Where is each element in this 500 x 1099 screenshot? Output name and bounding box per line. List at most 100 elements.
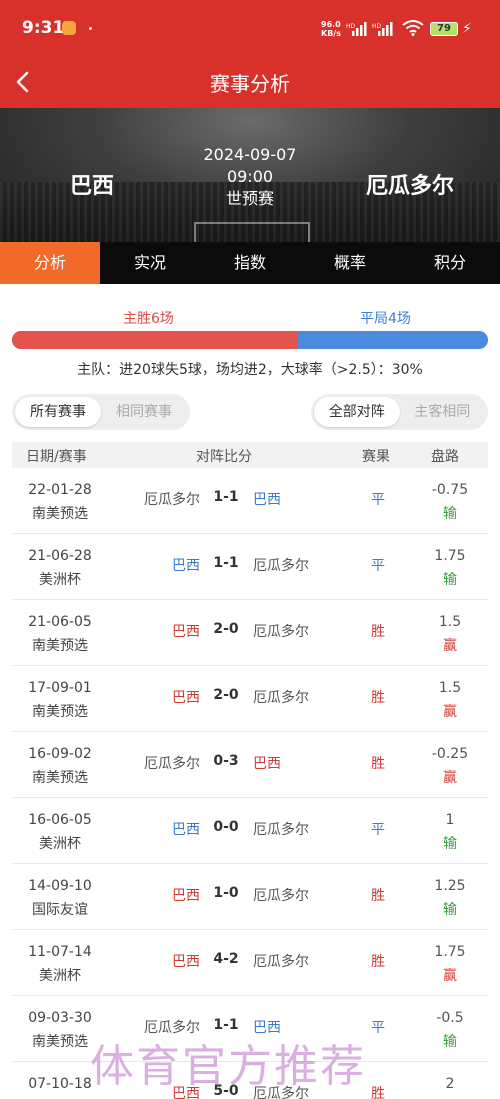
row-home-team: 巴西 — [172, 822, 200, 838]
table-row[interactable]: 16-06-05 美洲杯 巴西 0-0 厄瓜多尔平 1 输 — [12, 798, 488, 864]
tab-probability[interactable]: 概率 — [300, 242, 400, 284]
table-row[interactable]: 21-06-28 美洲杯 巴西 1-1 厄瓜多尔 平 1.75 输 — [12, 534, 488, 600]
row-score: 1-1 — [213, 489, 239, 505]
row-date: 21-06-05 — [28, 614, 92, 630]
svg-text:HD: HD — [372, 23, 382, 30]
row-score: 1-1 — [213, 555, 239, 571]
row-result: 胜 — [371, 624, 385, 640]
row-home-team: 巴西 — [172, 690, 200, 706]
row-date: 14-09-10 — [28, 878, 92, 894]
filter-all-competitions[interactable]: 所有赛事 — [15, 397, 101, 427]
filter-all-matchups[interactable]: 全部对阵 — [314, 397, 400, 427]
row-handicap: 1.75 输 — [412, 544, 488, 592]
charging-icon: ⚡ — [462, 21, 472, 37]
row-handicap-outcome: 赢 — [443, 638, 457, 654]
row-away-team: 厄瓜多尔 — [253, 888, 309, 904]
page-title: 赛事分析 — [210, 72, 290, 96]
tab-analysis[interactable]: 分析 — [0, 242, 100, 284]
row-score: 0-0 — [213, 819, 239, 835]
match-competition: 世预赛 — [225, 189, 274, 208]
row-result: 平 — [371, 492, 385, 508]
row-home-team: 巴西 — [172, 954, 200, 970]
row-handicap-value: 1.25 — [434, 878, 466, 894]
row-score: 2-0 — [213, 621, 239, 637]
competition-filter: 所有赛事 相同赛事 — [12, 394, 190, 430]
home-win-count: 主胜6场 — [123, 311, 174, 327]
table-row[interactable]: 11-07-14 美洲杯 巴西 4-2 厄瓜多尔 胜 1.75 赢 — [12, 930, 488, 996]
row-away-team: 巴西 — [253, 756, 281, 772]
wifi-icon — [402, 20, 424, 36]
row-handicap-outcome: 输 — [443, 1034, 457, 1050]
network-speed-unit: KB/s — [321, 29, 341, 38]
table-row[interactable]: 22-01-28 南美预选 厄瓜多尔 1-1 巴西 平 -0.75 输 — [12, 468, 488, 534]
row-competition: 美洲杯 — [39, 968, 81, 984]
row-handicap: -0.5 输 — [412, 1006, 488, 1054]
row-handicap-value: 1.75 — [434, 548, 466, 564]
table-row[interactable]: 16-09-02 南美预选 厄瓜多尔 0-3 巴西 胜 -0.25 赢 — [12, 732, 488, 798]
row-handicap-value: -0.25 — [431, 746, 469, 762]
row-date: 21-06-28 — [28, 548, 92, 564]
match-date-competition: 14-09-10 国际友谊 — [12, 874, 108, 922]
header-matchup-score: 对阵比分 — [196, 449, 252, 465]
home-team-stats: 主队：进20球失5球，场均进2，大球率（>2.5）：30% — [77, 362, 423, 378]
draw-count: 平局4场 — [360, 311, 411, 327]
match-date-competition: 21-06-28 美洲杯 — [12, 544, 108, 592]
table-header: 日期/赛事 对阵比分 赛果 盘路 — [12, 442, 488, 468]
header-handicap: 盘路 — [431, 449, 459, 465]
tab-live[interactable]: 实况 — [100, 242, 200, 284]
row-handicap-outcome: 输 — [443, 506, 457, 522]
match-date-competition: 21-06-05 南美预选 — [12, 610, 108, 658]
row-away-team: 巴西 — [253, 492, 281, 508]
row-result: 胜 — [371, 888, 385, 904]
row-date: 16-09-02 — [28, 746, 92, 762]
row-away-team: 厄瓜多尔 — [253, 690, 309, 706]
status-bar: 9:31 96.0 KB/s HD HD 79 ⚡ — [0, 0, 500, 58]
signal-icon-2: HD — [372, 22, 393, 36]
venue-filter: 全部对阵 主客相同 — [311, 394, 488, 430]
match-date: 2024-09-07 — [203, 145, 297, 164]
notification-dot-icon — [89, 27, 92, 30]
tab-odds[interactable]: 指数 — [200, 242, 300, 284]
row-result: 胜 — [371, 690, 385, 706]
row-date: 22-01-28 — [28, 482, 92, 498]
row-handicap-value: 1.5 — [438, 680, 462, 696]
row-home-team: 巴西 — [172, 624, 200, 640]
row-handicap: 1输 — [412, 808, 488, 856]
status-time: 9:31 — [22, 18, 65, 38]
row-score: 4-2 — [213, 951, 239, 967]
network-speed-value: 96.0 — [321, 20, 341, 29]
row-date: 09-03-30 — [28, 1010, 92, 1026]
row-away-team: 厄瓜多尔 — [253, 954, 309, 970]
row-competition: 南美预选 — [32, 506, 88, 522]
row-result: 胜 — [371, 756, 385, 772]
row-competition: 美洲杯 — [39, 836, 81, 852]
filter-same-home-away[interactable]: 主客相同 — [400, 397, 486, 427]
row-result: 平 — [371, 558, 385, 574]
match-date-competition: 11-07-14 美洲杯 — [12, 940, 108, 988]
row-handicap-value: -0.75 — [431, 482, 469, 498]
row-handicap-value: 1.75 — [434, 944, 466, 960]
match-date-competition: 16-09-02 南美预选 — [12, 742, 108, 790]
row-score: 1-0 — [213, 885, 239, 901]
network-speed: 96.0 KB/s — [321, 20, 341, 38]
tab-standings[interactable]: 积分 — [400, 242, 500, 284]
row-home-team: 厄瓜多尔 — [144, 756, 200, 772]
row-handicap-value: 1 — [445, 812, 455, 828]
row-handicap: 1.75 赢 — [412, 940, 488, 988]
row-handicap-outcome: 赢 — [443, 704, 457, 720]
row-home-team: 厄瓜多尔 — [144, 492, 200, 508]
home-team-name: 巴西 — [70, 174, 115, 199]
table-row[interactable]: 21-06-05 南美预选 巴西 2-0 厄瓜多尔 胜 1.5 赢 — [12, 600, 488, 666]
filter-same-competition[interactable]: 相同赛事 — [101, 397, 187, 427]
row-handicap-outcome: 输 — [443, 836, 457, 852]
row-result: 胜 — [371, 954, 385, 970]
row-score: 2-0 — [213, 687, 239, 703]
row-home-team: 巴西 — [172, 558, 200, 574]
row-handicap-outcome: 赢 — [443, 770, 457, 786]
row-handicap: 1.5 赢 — [412, 676, 488, 724]
table-row[interactable]: 14-09-10 国际友谊 巴西 1-0 厄瓜多尔 胜 1.25 输 — [12, 864, 488, 930]
row-handicap: 1.25 输 — [412, 874, 488, 922]
match-date-competition: 17-09-01 南美预选 — [12, 676, 108, 724]
header-result: 赛果 — [362, 449, 390, 465]
table-row[interactable]: 17-09-01 南美预选 巴西 2-0 厄瓜多尔 胜 1.5 赢 — [12, 666, 488, 732]
